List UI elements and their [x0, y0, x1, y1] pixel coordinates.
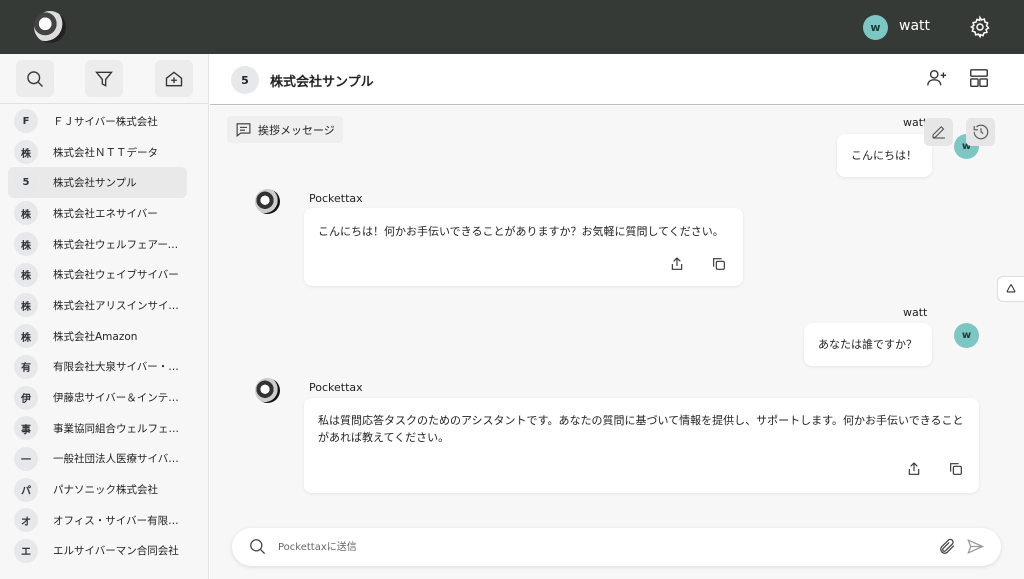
company-list: F ＦＪサイバー株式会社株株式会社ＮＴＴデータ 5 株式会社サンプル株株式会社エネサイ… — [0, 106, 208, 567]
sidebar-item-label: 株式会社ウェルフェアーサ… — [53, 238, 181, 251]
sidebar-item[interactable]: F ＦＪサイバー株式会社 — [8, 106, 187, 137]
company-badge: F — [14, 109, 38, 134]
gear-icon[interactable] — [968, 15, 992, 39]
sidebar-item-label: オフィス・サイバー有限会社 — [53, 514, 181, 527]
sidebar-item-label: エルサイバーマン合同会社 — [53, 545, 179, 558]
company-badge: 有 — [14, 354, 38, 379]
share-icon[interactable] — [906, 461, 922, 477]
company-badge: パ — [14, 477, 38, 502]
search-button[interactable] — [16, 60, 54, 97]
history-button[interactable] — [966, 118, 995, 146]
sidebar-item-label: 株式会社エネサイバー — [53, 207, 158, 220]
sidebar-item[interactable]: 5 株式会社サンプル — [8, 167, 187, 199]
filter-icon — [95, 71, 113, 87]
copy-icon[interactable] — [948, 461, 964, 477]
company-badge: 株 — [14, 293, 38, 318]
user-name[interactable]: watt — [899, 18, 930, 34]
sidebar-item[interactable]: 一 一般社団法人医療サイバー… — [8, 444, 187, 475]
sidebar-item[interactable]: 株 株式会社ウェイブサイバー — [8, 259, 187, 290]
side-panel-toggle[interactable] — [997, 276, 1024, 302]
pockettax-logo[interactable] — [34, 11, 66, 43]
filter-button[interactable] — [85, 60, 123, 97]
company-badge: 株 — [14, 140, 38, 165]
message-composer — [232, 528, 1001, 566]
sidebar-item[interactable]: エ エルサイバーマン合同会社 — [8, 536, 187, 567]
message-sender: Pockettax — [309, 192, 363, 205]
pockettax-avatar — [255, 378, 280, 403]
search-icon — [27, 70, 43, 87]
sidebar-item-label: 株式会社アリスインサイバ… — [53, 299, 181, 312]
sidebar-item[interactable]: 株 株式会社ウェルフェアーサ… — [8, 229, 187, 260]
chat-header: 5 株式会社サンプル — [210, 54, 1024, 105]
sidebar-item[interactable]: 伊 伊藤忠サイバー＆インテリ… — [8, 382, 187, 413]
sidebar-item-label: パナソニック株式会社 — [53, 484, 158, 497]
sidebar-item-label: 株式会社ＮＴＴデータ — [53, 146, 158, 159]
sidebar-item[interactable]: 株 株式会社ＮＴＴデータ — [8, 137, 187, 168]
bot-message: こんにちは！何かお手伝いできることがありますか？お気軽に質問してください。 — [304, 208, 743, 286]
sidebar-item-label: 有限会社大泉サイバー・ト… — [53, 361, 181, 374]
company-badge: 株 — [14, 201, 38, 226]
company-badge: 5 — [14, 170, 38, 195]
sidebar-item[interactable]: 株 株式会社アリスインサイバ… — [8, 290, 187, 321]
message-icon — [236, 123, 251, 137]
sidebar-toolbar — [0, 54, 208, 104]
share-icon[interactable] — [669, 256, 685, 272]
edit-icon — [931, 125, 945, 139]
sidebar-item-label: 事業協同組合ウェルフェア… — [53, 422, 181, 435]
sidebar-item[interactable]: 株 株式会社Amazon — [8, 321, 187, 352]
send-icon[interactable] — [966, 537, 985, 556]
sidebar-item[interactable]: 有 有限会社大泉サイバー・ト… — [8, 352, 187, 383]
sidebar-item[interactable]: 事 事業協同組合ウェルフェア… — [8, 413, 187, 444]
new-home-icon — [165, 70, 183, 86]
edit-button[interactable] — [924, 118, 953, 146]
user-avatar[interactable]: w — [863, 15, 888, 40]
copy-icon[interactable] — [711, 256, 727, 272]
sidebar-item[interactable]: 株 株式会社エネサイバー — [8, 198, 187, 229]
message-sender: watt — [903, 306, 928, 319]
add-user-icon[interactable] — [926, 67, 948, 89]
company-badge: エ — [14, 538, 38, 563]
user-message: あなたは誰ですか？ — [804, 323, 932, 366]
pockettax-avatar — [255, 189, 280, 214]
sidebar-item[interactable]: パ パナソニック株式会社 — [8, 474, 187, 505]
bot-message: 私は質問応答タスクのためのアシスタントです。あなたの質問に基づいて情報を提供し、… — [304, 398, 979, 493]
sidebar-item-label: 株式会社Amazon — [53, 330, 138, 343]
message-input[interactable] — [278, 537, 918, 557]
company-badge: 株 — [14, 262, 38, 287]
new-company-button[interactable] — [155, 60, 193, 97]
company-badge: 伊 — [14, 385, 38, 410]
sidebar-item-label: ＦＪサイバー株式会社 — [53, 115, 158, 128]
company-badge: 一 — [14, 446, 38, 471]
bot-message-text: 私は質問応答タスクのためのアシスタントです。あなたの質問に基づいて情報を提供し、… — [318, 414, 964, 444]
chat-area: 挨拶メッセージ watt w こんにちは！ Pockettax こんにちは！何か… — [210, 106, 1024, 579]
company-badge: 事 — [14, 416, 38, 441]
sidebar-item-label: 一般社団法人医療サイバー… — [53, 453, 181, 466]
layout-icon[interactable] — [968, 67, 990, 89]
page-title: 株式会社サンプル — [270, 75, 374, 90]
company-badge: 株 — [14, 232, 38, 257]
history-icon — [973, 124, 988, 140]
sidebar-item-label: 株式会社サンプル — [53, 177, 137, 190]
sidebar-item-label: 伊藤忠サイバー＆インテリ… — [53, 392, 181, 405]
paperclip-icon[interactable] — [938, 537, 957, 556]
user-avatar: w — [954, 323, 979, 348]
user-message: こんにちは！ — [837, 134, 932, 177]
sidebar-item[interactable]: オ オフィス・サイバー有限会社 — [8, 505, 187, 536]
greeting-message-button[interactable]: 挨拶メッセージ — [227, 116, 343, 143]
bot-message-text: こんにちは！何かお手伝いできることがありますか？お気軽に質問してください。 — [318, 225, 724, 238]
chat-badge: 5 — [231, 66, 259, 94]
recycle-icon — [1006, 284, 1016, 293]
company-badge: オ — [14, 508, 38, 533]
greeting-chip-label: 挨拶メッセージ — [258, 123, 335, 137]
company-badge: 株 — [14, 324, 38, 349]
sidebar: F ＦＪサイバー株式会社株株式会社ＮＴＴデータ 5 株式会社サンプル株株式会社エネサイ… — [0, 54, 209, 579]
sidebar-item-label: 株式会社ウェイブサイバー — [53, 269, 179, 282]
search-icon — [250, 539, 266, 555]
message-sender: Pockettax — [309, 381, 363, 394]
top-bar: w watt — [0, 0, 1024, 54]
